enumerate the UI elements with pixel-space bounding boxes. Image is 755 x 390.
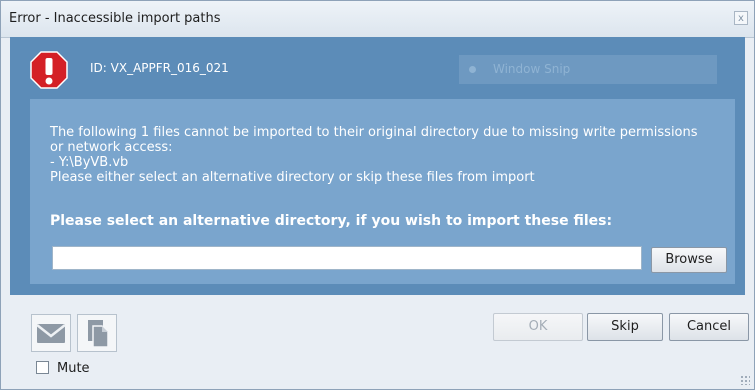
error-message: The following 1 files cannot be imported… <box>50 125 730 185</box>
close-button[interactable]: x <box>734 11 748 25</box>
copy-icon <box>88 320 109 348</box>
cancel-button[interactable]: Cancel <box>669 313 749 341</box>
message-line: - Y:\ByVB.vb <box>50 155 129 170</box>
message-line: The following 1 files cannot be imported… <box>50 125 698 140</box>
resize-grip[interactable] <box>740 375 750 385</box>
directory-path-input[interactable] <box>52 246 642 270</box>
window-snip-button[interactable]: Window Snip <box>459 55 717 84</box>
email-button[interactable] <box>31 314 71 352</box>
mail-icon <box>36 324 66 343</box>
error-octagon-icon <box>30 51 68 89</box>
snip-icon <box>469 66 476 73</box>
error-dialog: Error - Inaccessible import paths x ID: … <box>0 0 755 390</box>
browse-button[interactable]: Browse <box>651 247 727 273</box>
message-line: or network access: <box>50 140 173 155</box>
mute-label: Mute <box>57 361 90 376</box>
error-id: ID: VX_APPFR_016_021 <box>90 61 229 75</box>
message-line: Please either select an alternative dire… <box>50 170 535 185</box>
ok-button[interactable]: OK <box>493 313 583 341</box>
window-title: Error - Inaccessible import paths <box>9 11 221 26</box>
title-bar[interactable]: Error - Inaccessible import paths x <box>1 1 754 38</box>
snip-label: Window Snip <box>493 62 571 76</box>
mute-checkbox[interactable] <box>36 361 49 374</box>
details-panel: The following 1 files cannot be imported… <box>30 99 735 284</box>
copy-button[interactable] <box>77 314 117 352</box>
directory-instruction: Please select an alternative directory, … <box>50 213 613 229</box>
skip-button[interactable]: Skip <box>587 313 663 341</box>
